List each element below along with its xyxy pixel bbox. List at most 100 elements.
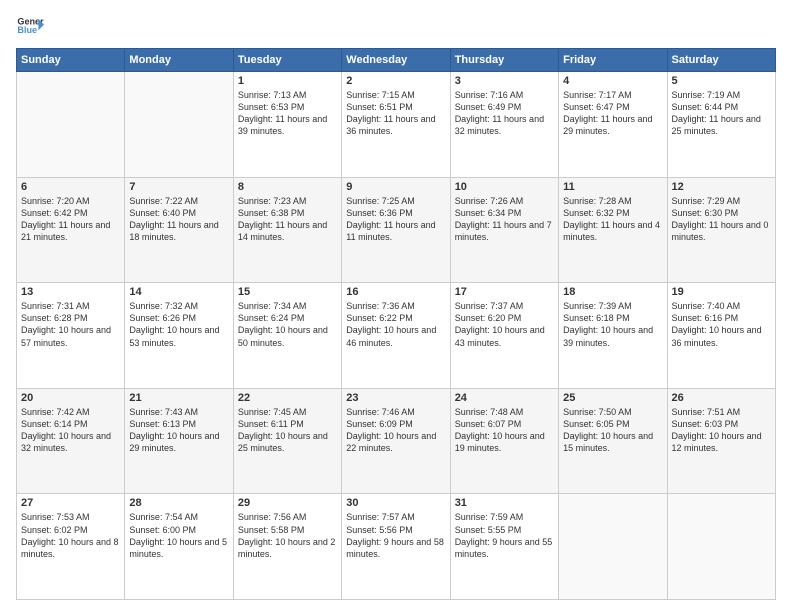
day-info: Sunrise: 7:22 AM Sunset: 6:40 PM Dayligh… — [129, 195, 228, 244]
calendar-cell: 28Sunrise: 7:54 AM Sunset: 6:00 PM Dayli… — [125, 494, 233, 600]
calendar-cell: 29 Sunrise: 7:56 AM Sunset: 5:58 PM Dayli… — [233, 494, 341, 600]
calendar-cell — [125, 72, 233, 178]
calendar-cell — [559, 494, 667, 600]
calendar-cell: 14 Sunrise: 7:32 AM Sunset: 6:26 PM Dayli… — [125, 283, 233, 389]
day-number: 21 — [129, 392, 228, 404]
day-info: Sunrise: 7:53 AM Sunset: 6:02 PM Dayligh… — [21, 511, 120, 560]
calendar-cell: 24 Sunrise: 7:48 AM Sunset: 6:07 PM Dayli… — [450, 388, 558, 494]
day-number: 27 — [21, 497, 120, 509]
day-info: Sunrise: 7:25 AM Sunset: 6:36 PM Dayligh… — [346, 195, 445, 244]
day-number: 31 — [455, 497, 554, 509]
calendar-header-row: SundayMondayTuesdayWednesdayThursdayFrid… — [17, 49, 776, 72]
day-info: Sunrise: 7:50 AM Sunset: 6:05 PM Dayligh… — [563, 406, 662, 455]
day-info: Sunrise: 7:54 AM Sunset: 6:00 PM Dayligh… — [129, 511, 228, 560]
calendar-cell: 8 Sunrise: 7:23 AM Sunset: 6:38 PM Daylig… — [233, 177, 341, 283]
day-info: Sunrise: 7:37 AM Sunset: 6:20 PM Dayligh… — [455, 300, 554, 349]
day-info: Sunrise: 7:28 AM Sunset: 6:32 PM Dayligh… — [563, 195, 662, 244]
calendar-cell: 20 Sunrise: 7:42 AM Sunset: 6:14 PM Dayli… — [17, 388, 125, 494]
day-number: 19 — [672, 286, 771, 298]
day-info: Sunrise: 7:34 AM Sunset: 6:24 PM Dayligh… — [238, 300, 337, 349]
calendar-cell: 5 Sunrise: 7:19 AM Sunset: 6:44 PM Daylig… — [667, 72, 775, 178]
day-number: 12 — [672, 181, 771, 193]
calendar-cell: 30Sunrise: 7:57 AM Sunset: 5:56 PM Dayli… — [342, 494, 450, 600]
calendar-cell: 15Sunrise: 7:34 AM Sunset: 6:24 PM Dayli… — [233, 283, 341, 389]
day-of-week-header: Sunday — [17, 49, 125, 72]
calendar-cell: 7Sunrise: 7:22 AM Sunset: 6:40 PM Daylig… — [125, 177, 233, 283]
day-info: Sunrise: 7:36 AM Sunset: 6:22 PM Dayligh… — [346, 300, 445, 349]
calendar-cell: 26 Sunrise: 7:51 AM Sunset: 6:03 PM Dayli… — [667, 388, 775, 494]
day-number: 1 — [238, 75, 337, 87]
day-number: 29 — [238, 497, 337, 509]
calendar-cell: 25 Sunrise: 7:50 AM Sunset: 6:05 PM Dayli… — [559, 388, 667, 494]
day-number: 14 — [129, 286, 228, 298]
day-number: 2 — [346, 75, 445, 87]
calendar-cell: 6Sunrise: 7:20 AM Sunset: 6:42 PM Daylig… — [17, 177, 125, 283]
day-info: Sunrise: 7:43 AM Sunset: 6:13 PM Dayligh… — [129, 406, 228, 455]
calendar-cell: 1 Sunrise: 7:13 AM Sunset: 6:53 PM Daylig… — [233, 72, 341, 178]
day-number: 3 — [455, 75, 554, 87]
day-number: 10 — [455, 181, 554, 193]
day-info: Sunrise: 7:15 AM Sunset: 6:51 PM Dayligh… — [346, 89, 445, 138]
calendar-cell: 2 Sunrise: 7:15 AM Sunset: 6:51 PM Daylig… — [342, 72, 450, 178]
day-info: Sunrise: 7:16 AM Sunset: 6:49 PM Dayligh… — [455, 89, 554, 138]
calendar-cell: 19 Sunrise: 7:40 AM Sunset: 6:16 PM Dayli… — [667, 283, 775, 389]
day-info: Sunrise: 7:29 AM Sunset: 6:30 PM Dayligh… — [672, 195, 771, 244]
calendar-week-row: 1 Sunrise: 7:13 AM Sunset: 6:53 PM Daylig… — [17, 72, 776, 178]
day-number: 13 — [21, 286, 120, 298]
day-number: 23 — [346, 392, 445, 404]
calendar-week-row: 20 Sunrise: 7:42 AM Sunset: 6:14 PM Dayli… — [17, 388, 776, 494]
calendar-cell — [17, 72, 125, 178]
day-number: 20 — [21, 392, 120, 404]
day-info: Sunrise: 7:32 AM Sunset: 6:26 PM Dayligh… — [129, 300, 228, 349]
day-number: 5 — [672, 75, 771, 87]
day-number: 8 — [238, 181, 337, 193]
calendar-cell: 12 Sunrise: 7:29 AM Sunset: 6:30 PM Dayli… — [667, 177, 775, 283]
day-of-week-header: Friday — [559, 49, 667, 72]
day-number: 24 — [455, 392, 554, 404]
day-number: 26 — [672, 392, 771, 404]
calendar-cell: 11 Sunrise: 7:28 AM Sunset: 6:32 PM Dayli… — [559, 177, 667, 283]
calendar-table: SundayMondayTuesdayWednesdayThursdayFrid… — [16, 48, 776, 600]
calendar-week-row: 27 Sunrise: 7:53 AM Sunset: 6:02 PM Dayli… — [17, 494, 776, 600]
day-info: Sunrise: 7:23 AM Sunset: 6:38 PM Dayligh… — [238, 195, 337, 244]
day-info: Sunrise: 7:46 AM Sunset: 6:09 PM Dayligh… — [346, 406, 445, 455]
calendar-cell: 16 Sunrise: 7:36 AM Sunset: 6:22 PM Dayli… — [342, 283, 450, 389]
day-of-week-header: Monday — [125, 49, 233, 72]
calendar-cell: 27 Sunrise: 7:53 AM Sunset: 6:02 PM Dayli… — [17, 494, 125, 600]
calendar-cell — [667, 494, 775, 600]
day-info: Sunrise: 7:45 AM Sunset: 6:11 PM Dayligh… — [238, 406, 337, 455]
calendar-cell: 22 Sunrise: 7:45 AM Sunset: 6:11 PM Dayli… — [233, 388, 341, 494]
calendar-cell: 13Sunrise: 7:31 AM Sunset: 6:28 PM Dayli… — [17, 283, 125, 389]
day-info: Sunrise: 7:57 AM Sunset: 5:56 PM Dayligh… — [346, 511, 445, 560]
calendar-week-row: 6Sunrise: 7:20 AM Sunset: 6:42 PM Daylig… — [17, 177, 776, 283]
day-number: 25 — [563, 392, 662, 404]
day-info: Sunrise: 7:40 AM Sunset: 6:16 PM Dayligh… — [672, 300, 771, 349]
day-of-week-header: Tuesday — [233, 49, 341, 72]
calendar-cell: 23 Sunrise: 7:46 AM Sunset: 6:09 PM Dayli… — [342, 388, 450, 494]
svg-text:Blue: Blue — [17, 25, 37, 35]
day-info: Sunrise: 7:56 AM Sunset: 5:58 PM Dayligh… — [238, 511, 337, 560]
day-info: Sunrise: 7:42 AM Sunset: 6:14 PM Dayligh… — [21, 406, 120, 455]
day-number: 22 — [238, 392, 337, 404]
day-info: Sunrise: 7:20 AM Sunset: 6:42 PM Dayligh… — [21, 195, 120, 244]
day-of-week-header: Wednesday — [342, 49, 450, 72]
calendar-cell: 3 Sunrise: 7:16 AM Sunset: 6:49 PM Daylig… — [450, 72, 558, 178]
day-number: 11 — [563, 181, 662, 193]
calendar-cell: 18Sunrise: 7:39 AM Sunset: 6:18 PM Dayli… — [559, 283, 667, 389]
day-info: Sunrise: 7:51 AM Sunset: 6:03 PM Dayligh… — [672, 406, 771, 455]
day-info: Sunrise: 7:19 AM Sunset: 6:44 PM Dayligh… — [672, 89, 771, 138]
calendar-cell: 21 Sunrise: 7:43 AM Sunset: 6:13 PM Dayli… — [125, 388, 233, 494]
day-number: 17 — [455, 286, 554, 298]
day-number: 16 — [346, 286, 445, 298]
day-info: Sunrise: 7:13 AM Sunset: 6:53 PM Dayligh… — [238, 89, 337, 138]
calendar-cell: 9Sunrise: 7:25 AM Sunset: 6:36 PM Daylig… — [342, 177, 450, 283]
day-info: Sunrise: 7:48 AM Sunset: 6:07 PM Dayligh… — [455, 406, 554, 455]
page: General Blue SundayMondayTuesdayWednesda… — [0, 0, 792, 612]
day-info: Sunrise: 7:26 AM Sunset: 6:34 PM Dayligh… — [455, 195, 554, 244]
calendar-cell: 17 Sunrise: 7:37 AM Sunset: 6:20 PM Dayli… — [450, 283, 558, 389]
day-info: Sunrise: 7:59 AM Sunset: 5:55 PM Dayligh… — [455, 511, 554, 560]
logo-icon: General Blue — [16, 12, 44, 40]
day-number: 18 — [563, 286, 662, 298]
calendar-cell: 4Sunrise: 7:17 AM Sunset: 6:47 PM Daylig… — [559, 72, 667, 178]
logo: General Blue — [16, 12, 44, 40]
